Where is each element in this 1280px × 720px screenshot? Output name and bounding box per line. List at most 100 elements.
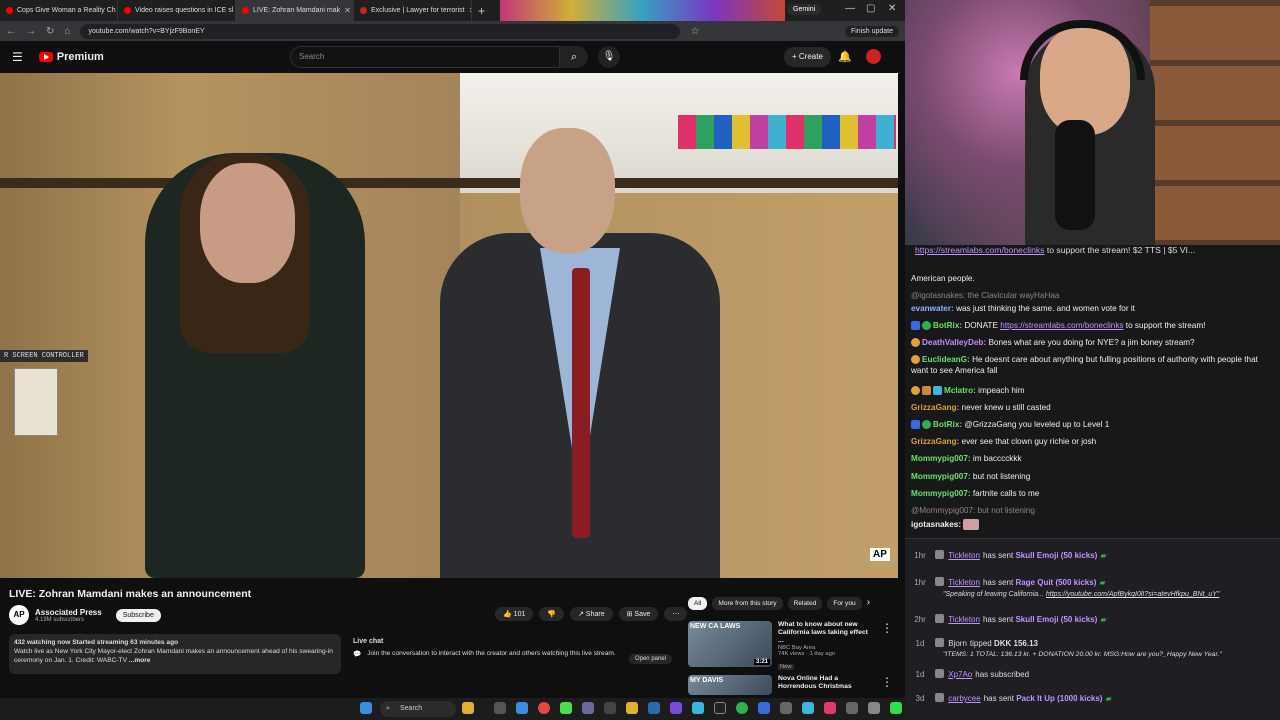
recommended-video[interactable]: MY DAVIS Nova Online Had a Horrendous Ch… <box>688 675 893 695</box>
chip-more-from-story[interactable]: More from this story <box>712 597 783 610</box>
dislike-button[interactable]: 👎 <box>539 607 565 621</box>
browser-tab[interactable]: Video raises questions in ICE sl✕ <box>118 0 236 21</box>
app-icon[interactable] <box>714 702 726 714</box>
youtube-favicon-icon <box>242 7 249 14</box>
edge-icon[interactable] <box>516 702 528 714</box>
like-button[interactable]: 👍 101 <box>495 607 534 621</box>
subscribe-button[interactable]: Subscribe <box>115 608 161 622</box>
video-thumbnail[interactable]: NEW CA LAWS 3:21 <box>688 621 772 667</box>
app-icon[interactable] <box>824 702 836 714</box>
file-explorer-icon[interactable] <box>462 702 474 714</box>
more-options-icon[interactable]: ⋮ <box>881 621 893 671</box>
chat-username[interactable]: Mommypig007: <box>911 472 971 481</box>
recommended-title: What to know about new California laws t… <box>778 621 868 644</box>
channel-avatar[interactable]: AP <box>9 605 29 625</box>
forward-icon[interactable]: → <box>26 26 36 37</box>
event-note-link[interactable]: https://youtube.com/ApfBykqI0lI?si=atevH… <box>1046 589 1220 600</box>
event-row: 2hr Tickleton has sent Skull Emoji (50 ki… <box>905 614 1280 625</box>
pinned-link[interactable]: https://streamlabs.com/boneclinks <box>915 245 1044 255</box>
app-icon[interactable] <box>560 702 572 714</box>
avatar[interactable] <box>866 49 881 64</box>
chat-username[interactable]: evanwater: <box>911 304 954 313</box>
search-input[interactable]: Search <box>290 46 560 68</box>
video-duration: 3:21 <box>753 659 770 665</box>
maximize-icon[interactable]: ▢ <box>866 3 875 14</box>
chat-username[interactable]: Mclatro: <box>944 386 976 395</box>
description-stats: 432 watching now Started streaming 63 mi… <box>14 639 179 646</box>
more-options-icon[interactable]: ⋮ <box>881 675 893 695</box>
microphone-icon[interactable]: 🎙 <box>598 46 620 68</box>
video-thumbnail[interactable]: MY DAVIS <box>688 675 772 695</box>
app-icon[interactable] <box>758 702 770 714</box>
task-view-icon[interactable] <box>494 702 506 714</box>
minimize-icon[interactable]: — <box>845 3 855 14</box>
channel-name[interactable]: Associated Press <box>35 608 102 617</box>
create-button[interactable]: + Create <box>784 47 831 67</box>
event-user[interactable]: Tickleton <box>948 577 980 588</box>
video-frame-artwork <box>678 115 896 149</box>
event-user[interactable]: Bjorn <box>948 638 967 649</box>
event-user[interactable]: Xp7Ao <box>948 669 972 680</box>
chevron-right-icon[interactable]: › <box>867 597 870 610</box>
windows-start-icon[interactable] <box>360 702 372 714</box>
save-button[interactable]: ⊞ Save <box>618 607 659 621</box>
youtube-logo[interactable]: Premium <box>38 51 104 63</box>
home-icon[interactable]: ⌂ <box>64 26 70 37</box>
gemini-button[interactable]: Gemini <box>787 4 822 15</box>
app-icon[interactable] <box>890 702 902 714</box>
close-tab-icon[interactable]: ✕ <box>344 6 351 15</box>
notifications-bell-icon[interactable]: 🔔 <box>838 50 852 63</box>
taskbar-search[interactable]: ⌕ Search <box>380 701 456 717</box>
chat-username[interactable]: DeathValleyDeb: <box>922 338 986 347</box>
chat-username[interactable]: GrizzaGang: <box>911 403 959 412</box>
chat-username[interactable]: igotasnakes: <box>911 520 961 529</box>
app-icon[interactable] <box>846 702 858 714</box>
event-user[interactable]: carbycee <box>948 693 980 704</box>
app-icon[interactable] <box>868 702 880 714</box>
chat-username[interactable]: GrizzaGang: <box>911 437 959 446</box>
bookmark-star-icon[interactable]: ☆ <box>690 26 699 37</box>
chip-all[interactable]: All <box>688 597 708 610</box>
thumbs-down-icon: 👎 <box>547 611 557 618</box>
back-icon[interactable]: ← <box>6 26 16 37</box>
app-icon[interactable] <box>692 702 704 714</box>
event-user[interactable]: Tickleton <box>948 550 980 561</box>
menu-icon[interactable]: ☰ <box>12 50 23 64</box>
chat-username[interactable]: Mommypig007: <box>911 454 971 463</box>
url-field[interactable]: youtube.com/watch?v=BYjzF9BonEY <box>80 23 681 39</box>
chrome-icon[interactable] <box>538 702 550 714</box>
search-icon[interactable]: ⌕ <box>560 46 588 68</box>
video-player[interactable]: R SCREEN CONTROLLER AP <box>0 73 898 578</box>
reload-icon[interactable]: ↻ <box>46 26 54 37</box>
app-icon[interactable] <box>582 702 594 714</box>
description-box[interactable]: 432 watching now Started streaming 63 mi… <box>9 634 341 674</box>
new-tab-icon[interactable]: + <box>472 4 491 18</box>
description-more-link[interactable]: ...more <box>129 657 151 664</box>
share-button[interactable]: ↗ Share <box>570 607 613 621</box>
more-actions-button[interactable]: ⋯ <box>664 607 688 621</box>
chat-message: igotasnakes: <box>911 519 1273 531</box>
finish-update-button[interactable]: Finish update <box>844 25 899 37</box>
browser-tab[interactable]: Cops Give Woman a Reality Ch✕ <box>0 0 118 21</box>
event-user[interactable]: Tickleton <box>948 614 980 625</box>
browser-tab[interactable]: Exclusive | Lawyer for terrorist✕ <box>354 0 472 21</box>
chat-link[interactable]: https://streamlabs.com/boneclinks <box>1000 321 1123 330</box>
chat-username[interactable]: EuclideanG: <box>922 355 970 364</box>
app-icon[interactable] <box>780 702 792 714</box>
open-panel-button[interactable]: Open panel <box>628 654 672 664</box>
chat-username[interactable]: BotRix: <box>933 420 962 429</box>
chip-related[interactable]: Related <box>787 597 823 610</box>
chat-username[interactable]: BotRix: <box>933 321 962 330</box>
close-window-icon[interactable]: ✕ <box>888 3 896 14</box>
chip-for-you[interactable]: For you <box>827 597 862 610</box>
app-icon[interactable] <box>604 702 616 714</box>
chat-username[interactable]: Mommypig007: <box>911 489 971 498</box>
folder-icon[interactable] <box>626 702 638 714</box>
recommended-video[interactable]: NEW CA LAWS 3:21 What to know about new C… <box>688 621 893 671</box>
app-icon[interactable] <box>802 702 814 714</box>
app-icon[interactable] <box>670 702 682 714</box>
steam-icon[interactable] <box>648 702 660 714</box>
browser-tab-active[interactable]: LIVE: Zohran Mamdani mak ✕ <box>236 0 354 21</box>
spotify-icon[interactable] <box>736 702 748 714</box>
webcam-feed <box>905 0 1280 245</box>
